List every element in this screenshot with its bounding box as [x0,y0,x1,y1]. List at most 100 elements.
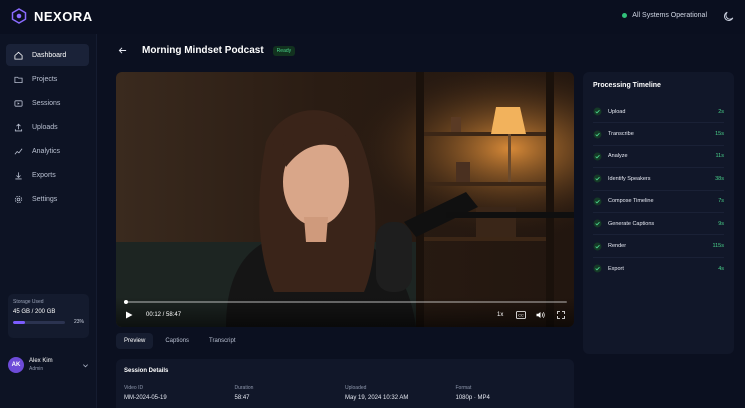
chevron-down-icon [83,363,88,367]
detail-value: May 19, 2024 10:32 AM [345,395,409,401]
volume-button[interactable] [536,311,546,319]
analytics-icon [14,148,23,154]
sidebar-item-label: Sessions [32,99,61,107]
system-status: All Systems Operational [622,12,707,19]
sidebar-item-dashboard[interactable]: Dashboard [6,44,89,66]
timeline-step: Transcribe 15s [593,123,724,146]
theme-toggle-moon-icon[interactable] [723,10,735,22]
captions-button[interactable]: CC [516,311,526,319]
timeline-step-label: Compose Timeline [608,198,654,205]
timeline-step: Render 115s [593,235,724,258]
timeline-step-label: Export [608,265,624,272]
tab-transcript[interactable]: Transcript [201,333,243,349]
avatar: AK [8,357,24,373]
tab-captions[interactable]: Captions [157,333,197,349]
back-arrow-icon[interactable] [118,46,127,55]
app-logo[interactable]: NEXORA [11,8,93,24]
video-player[interactable]: 00:12 / 58:47 1x CC [116,72,574,327]
timeline-step-label: Render [608,243,627,250]
svg-text:CC: CC [518,314,524,318]
detail-label: Duration [234,385,254,391]
timeline-steps: Upload 2s Transcribe 15s Analyze 11s Identify … [593,101,724,280]
storage-progress-fill [13,320,25,324]
detail-label: Uploaded [345,385,367,391]
timeline-step: Export 4s [593,258,724,280]
playback-speed-button[interactable]: 1x [497,311,503,319]
page-title: Morning Mindset Podcast [142,45,264,56]
session-details-title: Session Details [124,368,169,374]
logo-icon [11,8,27,24]
fullscreen-button[interactable] [557,311,565,319]
playback-speed: 1x [497,312,504,318]
upload-icon [14,123,23,131]
sidebar-item-label: Uploads [32,123,58,131]
timeline-step: Upload 2s [593,101,724,124]
export-icon [15,171,22,179]
sidebar-item-label: Projects [32,75,58,83]
detail-value: 1080p · MP4 [455,395,490,401]
detail-duration: Duration 58:47 [235,385,346,401]
system-status-label: All Systems Operational [632,12,707,19]
detail-value: 58:47 [234,395,250,401]
home-icon [14,51,23,60]
video-frame [116,72,574,327]
app-name: NEXORA [34,8,93,24]
detail-uploaded: Uploaded May 19, 2024 10:32 AM [345,385,456,401]
sidebar: Dashboard Projects Sessions Uploads Anal… [0,34,97,408]
video-icon [14,99,23,107]
tab-preview[interactable]: Preview [116,333,154,349]
timeline-step-label: Transcribe [608,131,634,138]
detail-label: Video ID [124,385,144,391]
timeline-step-time: 11s [715,153,724,160]
timeline-step-label: Generate Captions [608,220,655,227]
timeline-step: Analyze 11s [593,146,724,169]
play-icon [126,311,133,319]
content-tabs: Preview Captions Transcript [116,333,243,349]
timeline-step-time: 38s [715,175,724,182]
storage-percent: 23% [73,319,84,325]
status-badge: Ready [272,45,296,56]
fullscreen-icon [557,311,565,319]
timeline-step: Compose Timeline 7s [593,191,724,213]
detail-value: MM-2024-05-19 [124,395,167,401]
timeline-step-label: Identify Speakers [608,175,651,182]
storage-label: Storage Used [13,299,44,305]
user-role: Admin [29,366,44,372]
sidebar-item-projects[interactable]: Projects [6,68,89,90]
gear-icon [14,195,23,203]
timeline-step-time: 115s [712,243,724,250]
sidebar-item-sessions[interactable]: Sessions [6,92,89,114]
processing-timeline: Processing Timeline Upload 2s Transcribe 15… [583,72,734,354]
sidebar-item-analytics[interactable]: Analytics [6,140,89,162]
sidebar-item-settings[interactable]: Settings [6,188,89,210]
check-circle-icon [593,174,602,183]
top-bar: NEXORA All Systems Operational [0,0,745,34]
check-circle-icon [593,264,602,273]
page-header: Morning Mindset Podcast Ready [118,45,296,56]
detail-label: Format [455,385,472,391]
sidebar-nav: Dashboard Projects Sessions Uploads Anal… [6,44,89,212]
sidebar-item-uploads[interactable]: Uploads [6,116,89,138]
sidebar-item-label: Analytics [32,147,61,155]
session-details-card: Session Details Video ID MM-2024-05-19 D… [116,359,574,408]
timeline-step-time: 2s [718,108,724,115]
check-circle-icon [593,152,602,161]
check-circle-icon [593,219,602,228]
seek-bar[interactable] [123,300,567,304]
sidebar-item-label: Settings [32,195,58,203]
seek-handle[interactable] [123,300,128,304]
sidebar-item-label: Dashboard [32,51,67,59]
volume-icon [536,311,545,319]
storage-value: 45 GB / 200 GB [13,309,56,315]
sidebar-item-exports[interactable]: Exports [6,164,89,186]
closed-captions-icon: CC [516,311,526,319]
check-circle-icon [593,107,602,116]
player-controls: 00:12 / 58:47 1x CC [116,297,574,327]
storage-progress-bar [13,320,65,324]
detail-video-id: Video ID MM-2024-05-19 [124,385,235,401]
detail-format: Format 1080p · MP4 [456,385,567,401]
storage-card: Storage Used 45 GB / 200 GB 23% [8,294,89,338]
play-button[interactable] [125,311,133,319]
user-menu[interactable]: AK Alex Kim Admin [8,352,89,378]
check-circle-icon [593,242,602,250]
